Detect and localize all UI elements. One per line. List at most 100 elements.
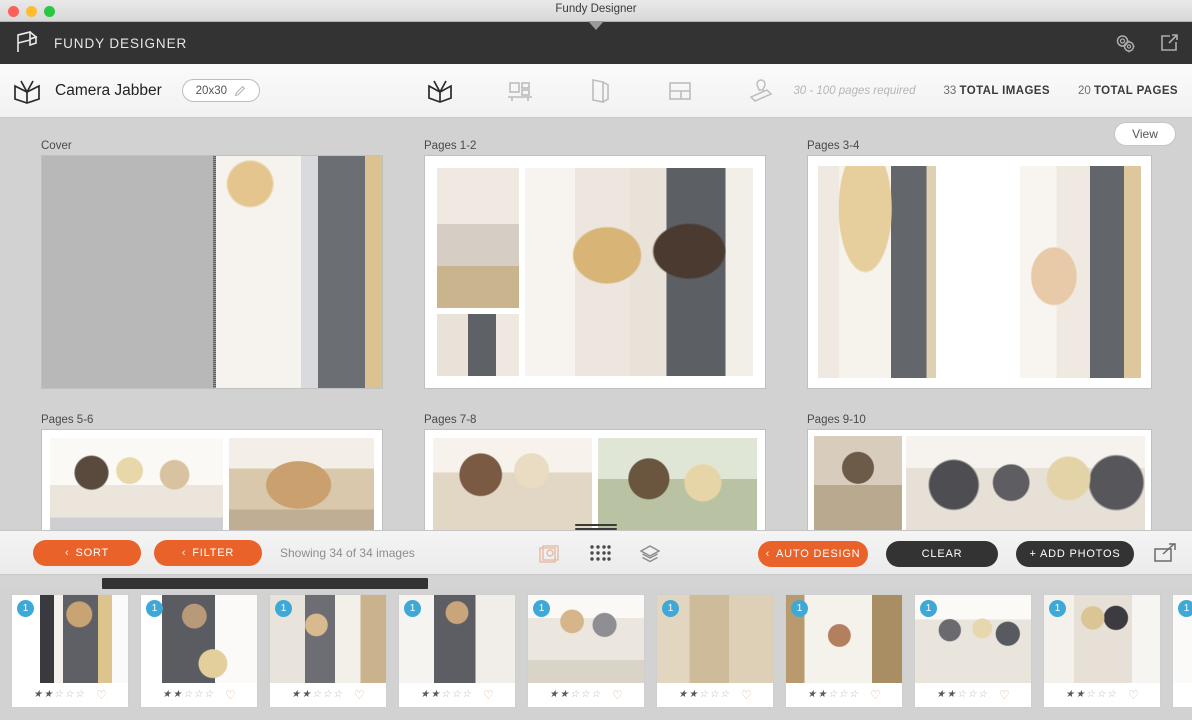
spread-cover[interactable]: Cover	[41, 140, 383, 389]
export-share-icon[interactable]	[1158, 32, 1180, 54]
spread-pages-7-8[interactable]: Pages 7-8	[424, 414, 766, 530]
star-3[interactable]: ☆	[699, 690, 708, 700]
photo-card[interactable]: 1 ★★☆☆☆ ♡	[398, 594, 516, 708]
star-4[interactable]: ☆	[194, 690, 203, 700]
spread-pages-9-10[interactable]: Pages 9-10	[807, 414, 1152, 530]
star-5[interactable]: ☆	[1107, 690, 1116, 700]
star-2[interactable]: ★	[431, 690, 440, 700]
star-rating[interactable]: ★ ★ ☆ ☆ ☆	[678, 690, 729, 700]
spread-page-right[interactable]	[213, 156, 382, 388]
favorite-heart-icon[interactable]: ♡	[999, 689, 1010, 701]
spread-photo[interactable]	[818, 166, 936, 378]
spread-photo[interactable]	[437, 314, 519, 376]
star-1[interactable]: ★	[420, 690, 429, 700]
photo-card[interactable]: 1 ★★☆☆☆ ♡	[11, 594, 129, 708]
star-2[interactable]: ★	[44, 690, 53, 700]
star-rating[interactable]: ★ ★ ☆ ☆ ☆	[420, 690, 471, 700]
clear-button[interactable]: CLEAR	[886, 540, 998, 567]
star-5[interactable]: ☆	[333, 690, 342, 700]
photo-card[interactable]: 1 ★★☆☆☆ ♡	[914, 594, 1032, 708]
spread-photo[interactable]	[1020, 166, 1141, 378]
settings-gear-icon[interactable]	[1114, 32, 1136, 54]
star-5[interactable]: ☆	[849, 690, 858, 700]
star-4[interactable]: ☆	[968, 690, 977, 700]
star-3[interactable]: ☆	[312, 690, 321, 700]
star-3[interactable]: ☆	[441, 690, 450, 700]
favorite-heart-icon[interactable]: ♡	[354, 689, 365, 701]
star-2[interactable]: ★	[302, 690, 311, 700]
favorite-heart-icon[interactable]: ♡	[741, 689, 752, 701]
star-3[interactable]: ☆	[570, 690, 579, 700]
star-2[interactable]: ★	[818, 690, 827, 700]
spread-photo[interactable]	[598, 438, 757, 530]
star-1[interactable]: ★	[162, 690, 171, 700]
star-1[interactable]: ★	[33, 690, 42, 700]
star-4[interactable]: ☆	[323, 690, 332, 700]
star-2[interactable]: ★	[1076, 690, 1085, 700]
pencil-edit-icon[interactable]	[234, 85, 246, 97]
favorite-heart-icon[interactable]: ♡	[96, 689, 107, 701]
star-4[interactable]: ☆	[839, 690, 848, 700]
wall-art-tool-icon[interactable]	[505, 76, 535, 106]
stacked-photos-icon[interactable]	[538, 542, 562, 566]
star-3[interactable]: ☆	[54, 690, 63, 700]
star-3[interactable]: ☆	[183, 690, 192, 700]
star-4[interactable]: ☆	[452, 690, 461, 700]
spread-photo[interactable]	[437, 168, 519, 308]
layers-stack-icon[interactable]	[638, 542, 662, 566]
star-4[interactable]: ☆	[1097, 690, 1106, 700]
spread-photo[interactable]	[525, 168, 753, 376]
star-5[interactable]: ☆	[462, 690, 471, 700]
grid-dots-view-icon[interactable]	[588, 542, 612, 566]
export-image-icon[interactable]	[1152, 541, 1178, 567]
star-1[interactable]: ★	[291, 690, 300, 700]
star-4[interactable]: ☆	[581, 690, 590, 700]
star-4[interactable]: ☆	[710, 690, 719, 700]
layout-grid-tool-icon[interactable]	[665, 76, 695, 106]
star-3[interactable]: ☆	[1086, 690, 1095, 700]
spread-photo[interactable]	[50, 438, 224, 530]
star-5[interactable]: ☆	[720, 690, 729, 700]
favorite-heart-icon[interactable]: ♡	[870, 689, 881, 701]
project-name[interactable]: Camera Jabber	[55, 82, 162, 100]
star-rating[interactable]: ★ ★ ☆ ☆ ☆	[549, 690, 600, 700]
star-1[interactable]: ★	[549, 690, 558, 700]
spread-photo[interactable]	[814, 436, 902, 530]
star-3[interactable]: ☆	[828, 690, 837, 700]
design-stamp-tool-icon[interactable]	[745, 76, 775, 106]
photo-card[interactable]: 1 ★★☆☆☆ ♡	[1172, 594, 1192, 708]
spread-pages-1-2[interactable]: Pages 1-2	[424, 140, 766, 389]
photo-card[interactable]: 1 ★★☆☆☆ ♡	[1043, 594, 1161, 708]
star-rating[interactable]: ★ ★ ☆ ☆ ☆	[291, 690, 342, 700]
spread-page-left[interactable]	[42, 156, 213, 388]
card-fold-tool-icon[interactable]	[585, 76, 615, 106]
filter-button[interactable]: ‹ FILTER	[154, 539, 262, 566]
photo-card[interactable]: 1 ★★☆☆☆ ♡	[269, 594, 387, 708]
auto-design-button[interactable]: ‹ AUTO DESIGN	[758, 540, 868, 567]
star-3[interactable]: ☆	[957, 690, 966, 700]
favorite-heart-icon[interactable]: ♡	[483, 689, 494, 701]
photo-card[interactable]: 1 ★★☆☆☆ ♡	[140, 594, 258, 708]
star-1[interactable]: ★	[1065, 690, 1074, 700]
filmstrip-scrollbar-track[interactable]	[0, 577, 1192, 589]
star-2[interactable]: ★	[173, 690, 182, 700]
star-2[interactable]: ★	[689, 690, 698, 700]
star-2[interactable]: ★	[560, 690, 569, 700]
view-button[interactable]: View	[1114, 122, 1176, 146]
star-rating[interactable]: ★ ★ ☆ ☆ ☆	[33, 690, 84, 700]
spread-photo[interactable]	[229, 438, 374, 530]
album-size-selector[interactable]: 20x30	[181, 79, 260, 102]
star-4[interactable]: ☆	[65, 690, 74, 700]
star-rating[interactable]: ★ ★ ☆ ☆ ☆	[807, 690, 858, 700]
star-1[interactable]: ★	[807, 690, 816, 700]
filmstrip-scrollbar-thumb[interactable]	[102, 578, 428, 589]
favorite-heart-icon[interactable]: ♡	[612, 689, 623, 701]
spread-pages-3-4[interactable]: Pages 3-4	[807, 140, 1152, 389]
star-5[interactable]: ☆	[204, 690, 213, 700]
album-tool-icon[interactable]	[425, 76, 455, 106]
photo-bin-filmstrip[interactable]: 1 ★ ★ ☆ ☆ ☆ ♡ 1 ★ ★ ☆ ☆ ☆ ♡ 1 ★ ★ ☆ ☆ ☆ ♡ 1	[0, 589, 1192, 720]
star-5[interactable]: ☆	[591, 690, 600, 700]
spread-photo[interactable]	[433, 438, 592, 530]
spread-pages-5-6[interactable]: Pages 5-6	[41, 414, 383, 530]
add-photos-button[interactable]: + ADD PHOTOS	[1016, 540, 1134, 567]
